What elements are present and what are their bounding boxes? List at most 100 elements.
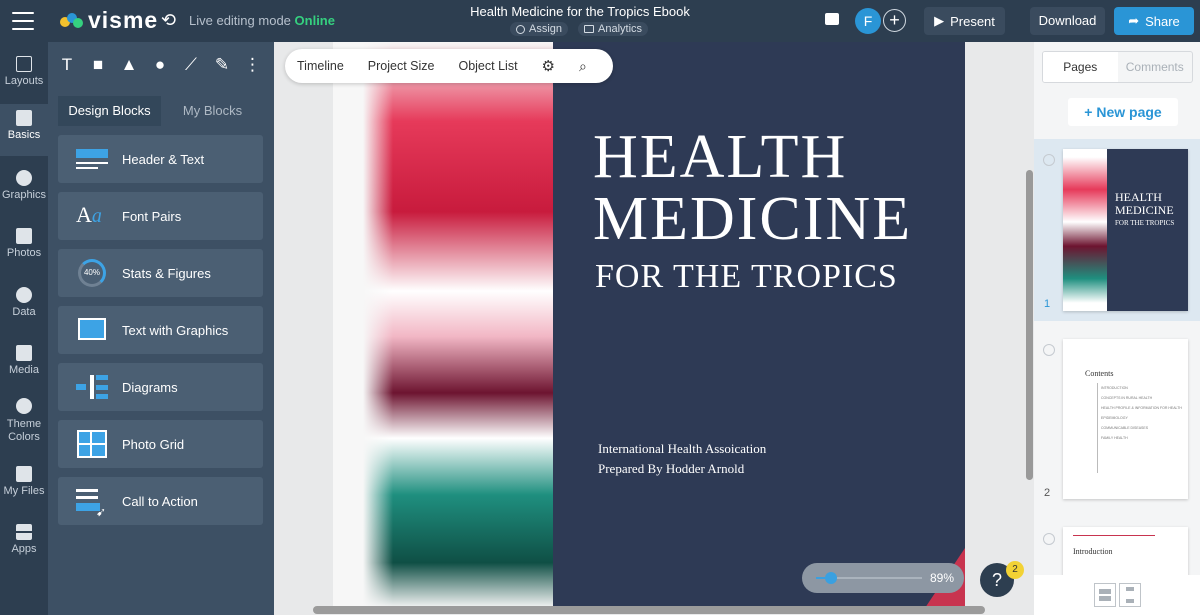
page-number-1: 1 — [1044, 298, 1051, 310]
logo-text: visme — [88, 7, 159, 33]
analytics-label: Analytics — [598, 23, 643, 35]
photos-icon — [16, 228, 32, 244]
rail-item-apps[interactable]: Apps — [0, 524, 48, 574]
assign-link[interactable]: Assign — [510, 22, 569, 36]
object-list-button[interactable]: Object List — [446, 59, 529, 73]
more-tools-icon[interactable]: ⋮ — [244, 55, 261, 75]
text-tool-icon[interactable]: T — [58, 55, 76, 75]
rail-label: Apps — [11, 543, 37, 555]
block-photo-grid[interactable]: Photo Grid — [58, 420, 263, 468]
thumb-flower — [1063, 149, 1107, 311]
rail-label: Data — [12, 306, 36, 318]
vertical-scrollbar[interactable] — [1026, 170, 1033, 480]
chat-icon[interactable] — [825, 13, 839, 25]
tab-comments[interactable]: Comments — [1118, 52, 1193, 82]
search-preview-icon[interactable]: ⌕ — [567, 58, 599, 75]
cover-title-line1: HEALTH — [593, 123, 848, 191]
rectangle-tool-icon[interactable]: ■ — [89, 55, 107, 75]
block-call-to-action[interactable]: ➹ Call to Action — [58, 477, 263, 525]
block-text-with-graphics[interactable]: Text with Graphics — [58, 306, 263, 354]
left-rail: Layouts Basics Graphics Photos Data Medi… — [0, 42, 48, 615]
zoom-handle[interactable] — [824, 572, 837, 584]
analytics-link[interactable]: Analytics — [578, 22, 649, 36]
hamburger-menu-icon[interactable] — [12, 12, 34, 30]
font-pairs-icon: Aa — [76, 202, 102, 227]
visme-logo[interactable]: visme — [60, 7, 158, 34]
pie-chart-icon — [16, 287, 32, 303]
apps-grid-icon — [16, 524, 32, 540]
share-label: Share — [1145, 13, 1180, 29]
block-diagrams[interactable]: Diagrams — [58, 363, 263, 411]
image-icon — [76, 316, 108, 344]
tab-design-blocks[interactable]: Design Blocks — [58, 96, 161, 126]
rail-item-media[interactable]: Media — [0, 345, 48, 395]
settings-gear-icon[interactable]: ⚙ — [530, 57, 567, 75]
stats-ring-icon: 40% — [76, 259, 108, 287]
download-button[interactable]: Download — [1030, 7, 1105, 35]
call-to-action-icon: ➹ — [76, 487, 108, 519]
line-tool-icon[interactable]: ⟋ — [182, 55, 200, 75]
rail-item-graphics[interactable]: Graphics — [0, 168, 48, 218]
pages-view-bar — [1034, 575, 1200, 615]
cover-title[interactable]: HEALTH MEDICINE — [593, 126, 912, 250]
folder-icon — [16, 466, 32, 482]
rail-item-basics[interactable]: Basics — [0, 104, 48, 156]
user-avatar[interactable]: F — [855, 8, 881, 34]
share-button[interactable]: ➦ Share — [1114, 7, 1194, 35]
block-label: Header & Text — [122, 151, 205, 167]
thumb-intro-rule — [1073, 535, 1155, 536]
rail-item-data[interactable]: Data — [0, 287, 48, 337]
grid-view-icon[interactable] — [1094, 583, 1116, 607]
add-collaborator-icon[interactable]: + — [883, 9, 906, 32]
list-view-icon[interactable] — [1119, 583, 1141, 607]
cover-author: Prepared By Hodder Arnold — [598, 461, 745, 476]
rail-item-layouts[interactable]: Layouts — [0, 52, 48, 102]
design-blocks-list: Header & Text Aa Font Pairs 40% Stats & … — [58, 135, 263, 534]
thumb-title-b: MEDICINE — [1115, 203, 1174, 217]
rail-label: My Files — [3, 485, 45, 497]
tab-pages[interactable]: Pages — [1043, 52, 1118, 82]
document-title[interactable]: Health Medicine for the Tropics Ebook — [380, 4, 780, 19]
new-page-button[interactable]: + New page — [1068, 98, 1178, 126]
cover-subtitle[interactable]: FOR THE TROPICS — [595, 258, 898, 296]
page-thumbnail-3[interactable]: Introduction — [1063, 527, 1188, 577]
live-label: Live editing mode — [189, 13, 291, 28]
zoom-slider[interactable]: 89% — [802, 563, 964, 593]
page-3-options-icon[interactable] — [1043, 533, 1055, 545]
thumb-title-c: FOR THE TROPICS — [1115, 219, 1175, 227]
undo-icon[interactable]: ⟲ — [161, 10, 176, 31]
pen-tool-icon[interactable]: ✎ — [213, 55, 231, 75]
timeline-button[interactable]: Timeline — [285, 59, 356, 73]
cover-org: International Health Assoication — [598, 441, 767, 456]
ebook-cover-page[interactable]: HEALTH MEDICINE FOR THE TROPICS Internati… — [333, 42, 965, 608]
doc-links: Assign Analytics — [510, 22, 649, 36]
circle-tool-icon[interactable]: ● — [151, 55, 169, 75]
thumb-contents-title: Contents — [1085, 369, 1114, 378]
page-1-options-icon[interactable] — [1043, 154, 1055, 166]
present-button[interactable]: ▶ Present — [924, 7, 1005, 35]
project-size-button[interactable]: Project Size — [356, 59, 447, 73]
rail-label: Theme Colors — [6, 418, 42, 443]
rail-label: Photos — [6, 247, 42, 259]
page-thumbnail-2[interactable]: Contents INTRODUCTION CONCEPTS IN RURAL H… — [1063, 339, 1188, 499]
cover-credits[interactable]: International Health Assoication Prepared… — [598, 439, 766, 479]
rail-item-theme-colors[interactable]: Theme Colors — [0, 398, 48, 460]
rail-item-my-files[interactable]: My Files — [0, 466, 48, 516]
page-number-2: 2 — [1044, 487, 1051, 499]
horizontal-scrollbar[interactable] — [313, 606, 985, 614]
rail-label: Media — [9, 364, 39, 376]
photo-grid-icon — [76, 430, 108, 458]
tab-my-blocks[interactable]: My Blocks — [161, 96, 264, 126]
rail-item-photos[interactable]: Photos — [0, 228, 48, 278]
thumb-contents-rule — [1097, 383, 1098, 473]
block-font-pairs[interactable]: Aa Font Pairs — [58, 192, 263, 240]
block-header-text[interactable]: Header & Text — [58, 135, 263, 183]
triangle-tool-icon[interactable]: ▲ — [120, 55, 138, 75]
diagram-icon — [76, 373, 108, 401]
thumb-contents-item: FAMILY HEALTH — [1101, 436, 1128, 440]
panel-tabs: Design Blocks My Blocks — [58, 96, 264, 126]
thumb-intro-title: Introduction — [1073, 547, 1113, 556]
block-stats-figures[interactable]: 40% Stats & Figures — [58, 249, 263, 297]
page-2-options-icon[interactable] — [1043, 344, 1055, 356]
page-thumbnail-1[interactable]: HEALTH MEDICINE FOR THE TROPICS — [1063, 149, 1188, 311]
